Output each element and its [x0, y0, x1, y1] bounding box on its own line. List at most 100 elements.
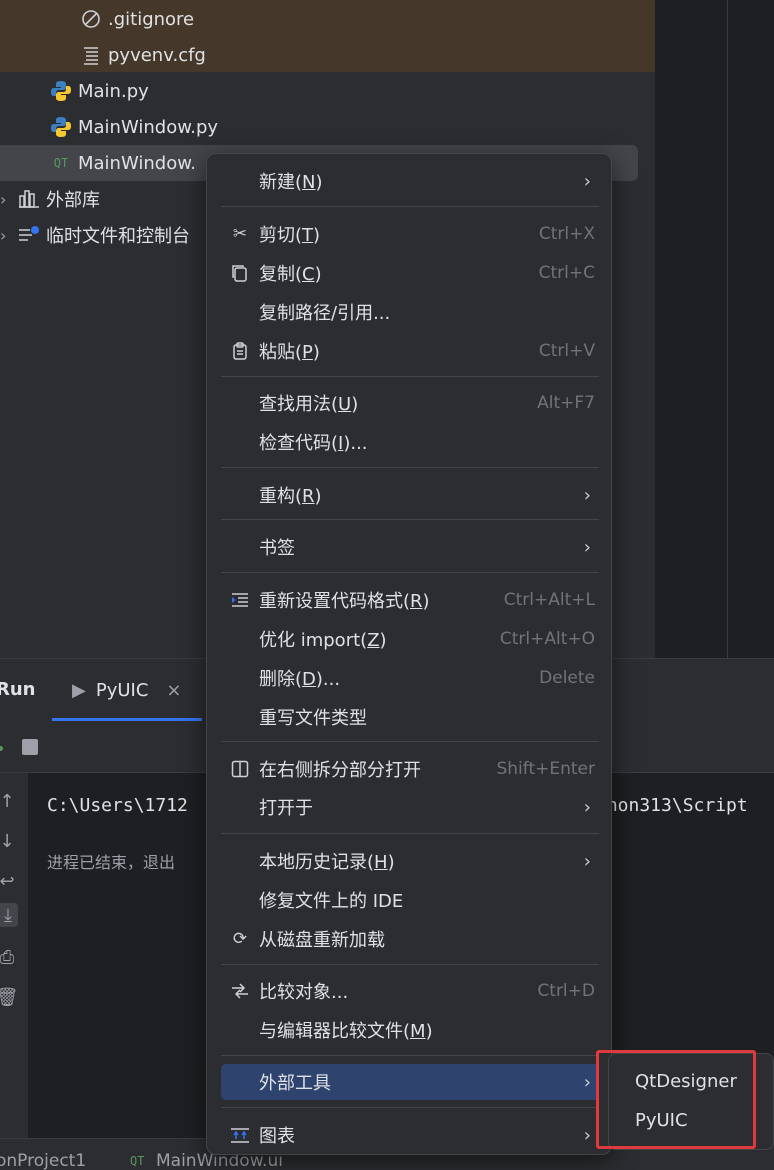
menu-item-label: 重写文件类型: [259, 708, 367, 729]
menu-item-inspect-code[interactable]: 检查代码(I)...: [221, 424, 599, 460]
play-icon: ▶: [72, 679, 86, 701]
tab-pyuic[interactable]: ▶ PyUIC ×: [52, 659, 202, 721]
soft-wrap-icon[interactable]: ↩: [0, 869, 18, 893]
trash-icon[interactable]: 🗑: [0, 985, 18, 1009]
menu-item-repair-ide[interactable]: 修复文件上的 IDE: [221, 882, 599, 918]
menu-separator: [221, 1055, 599, 1056]
context-menu: 新建(N) › ✂ 剪切(T) Ctrl+X 复制(C) Ctrl+C 复制路径…: [206, 153, 612, 1155]
editor-gutter-line: [727, 0, 728, 658]
ignore-file-icon: [80, 8, 102, 30]
scroll-to-end-icon[interactable]: ⤓: [0, 903, 18, 927]
tree-item-label: Main.py: [78, 80, 149, 102]
menu-item-local-history[interactable]: 本地历史记录(H) ›: [221, 843, 599, 879]
menu-item-open-split-right[interactable]: 在右侧拆分部分打开 Shift+Enter: [221, 751, 599, 787]
menu-item-copy[interactable]: 复制(C) Ctrl+C: [221, 255, 599, 291]
run-window-title: Run: [0, 679, 36, 700]
status-project[interactable]: onProject1: [0, 1151, 86, 1170]
menu-item-label: 比较对象...: [259, 982, 349, 1003]
menu-item-compare-with[interactable]: 比较对象... Ctrl+D: [221, 973, 599, 1009]
tree-item-label: 外部库: [46, 190, 100, 211]
tree-item-scratches[interactable]: › 临时文件和控制台: [0, 217, 190, 253]
diagram-icon: [229, 1124, 251, 1146]
close-icon[interactable]: ×: [166, 680, 181, 701]
scratches-icon: [18, 224, 40, 246]
menu-item-reload-from-disk[interactable]: ⟳ 从磁盘重新加载: [221, 921, 599, 957]
menu-item-paste[interactable]: 粘贴(P) Ctrl+V: [221, 333, 599, 369]
menu-item-label: 打开于: [259, 798, 313, 819]
menu-separator: [221, 572, 599, 573]
menu-shortcut: Ctrl+D: [537, 981, 595, 1001]
tree-item-mainwindow-ui[interactable]: QT MainWindow.: [50, 145, 196, 181]
menu-item-label: 复制(C): [259, 264, 322, 285]
chevron-right-icon: ›: [583, 536, 591, 558]
chevron-right-icon[interactable]: ›: [0, 226, 18, 245]
submenu-item-qtdesigner[interactable]: QtDesigner: [635, 1071, 737, 1092]
copy-icon: [229, 262, 251, 284]
menu-item-bookmarks[interactable]: 书签 ›: [221, 529, 599, 565]
menu-item-new[interactable]: 新建(N) ›: [221, 163, 599, 199]
tree-item-label: MainWindow.py: [78, 116, 219, 138]
menu-item-compare-with-editor[interactable]: 与编辑器比较文件(M): [221, 1012, 599, 1048]
menu-item-delete[interactable]: 删除(D)... Delete: [221, 660, 599, 696]
external-tools-submenu: QtDesigner PyUIC: [608, 1053, 774, 1150]
tree-item-gitignore[interactable]: .gitignore: [80, 1, 194, 37]
python-file-icon: [50, 80, 72, 102]
paste-icon: [229, 340, 251, 362]
menu-shortcut: Shift+Enter: [496, 759, 595, 779]
menu-item-label: 在右侧拆分部分打开: [259, 760, 421, 781]
tree-item-external-libs[interactable]: › 外部库: [0, 181, 100, 217]
qt-file-icon: QT: [53, 156, 69, 170]
menu-shortcut: Ctrl+V: [538, 341, 595, 361]
menu-separator: [221, 741, 599, 742]
chevron-right-icon[interactable]: ›: [0, 190, 18, 209]
menu-item-label: 删除(D)...: [259, 669, 341, 690]
editor-area: [655, 0, 774, 658]
menu-item-override-file-type[interactable]: 重写文件类型: [221, 699, 599, 735]
menu-item-label: 图表: [259, 1126, 295, 1147]
menu-separator: [221, 1107, 599, 1108]
print-icon[interactable]: ⎙: [0, 945, 18, 969]
menu-item-label: 从磁盘重新加载: [259, 930, 385, 951]
menu-item-label: 本地历史记录(H): [259, 852, 395, 873]
menu-item-label: 修复文件上的 IDE: [259, 891, 404, 912]
menu-item-label: 查找用法(U): [259, 394, 359, 415]
menu-shortcut: Ctrl+Alt+O: [499, 629, 595, 649]
arrow-down-icon[interactable]: ↓: [0, 829, 18, 853]
menu-item-open-in[interactable]: 打开于 ›: [221, 789, 599, 825]
chevron-right-icon: ›: [583, 796, 591, 818]
menu-item-optimize-imports[interactable]: 优化 import(Z) Ctrl+Alt+O: [221, 621, 599, 657]
tree-item-mainwindow-py[interactable]: MainWindow.py: [50, 109, 218, 145]
menu-separator: [221, 467, 599, 468]
menu-separator: [221, 519, 599, 520]
submenu-item-pyuic[interactable]: PyUIC: [635, 1110, 688, 1131]
menu-item-label: 与编辑器比较文件(M): [259, 1021, 433, 1042]
tree-item-label: pyvenv.cfg: [108, 44, 206, 66]
chevron-right-icon: ›: [583, 484, 591, 506]
menu-item-diagrams[interactable]: 图表 ›: [221, 1117, 599, 1153]
config-file-icon: [80, 44, 102, 66]
menu-item-find-usages[interactable]: 查找用法(U) Alt+F7: [221, 385, 599, 421]
reload-icon: ⟳: [232, 929, 248, 949]
menu-shortcut: Ctrl+X: [538, 224, 595, 244]
arrow-up-icon[interactable]: ↑: [0, 789, 18, 813]
menu-item-external-tools[interactable]: 外部工具 ›: [221, 1064, 599, 1100]
chevron-right-icon: ›: [583, 170, 591, 192]
stop-icon[interactable]: [22, 739, 38, 755]
menu-item-cut[interactable]: ✂ 剪切(T) Ctrl+X: [221, 216, 599, 252]
python-file-icon: [50, 116, 72, 138]
menu-item-reformat-code[interactable]: 重新设置代码格式(R) Ctrl+Alt+L: [221, 582, 599, 618]
tree-item-pyvenv[interactable]: pyvenv.cfg: [80, 37, 206, 73]
menu-item-copy-path[interactable]: 复制路径/引用...: [221, 294, 599, 330]
library-icon: [18, 188, 40, 210]
reformat-icon: [229, 589, 251, 611]
menu-shortcut: Alt+F7: [537, 393, 595, 413]
tree-item-main-py[interactable]: Main.py: [50, 73, 149, 109]
menu-item-label: 新建(N): [259, 172, 323, 193]
menu-item-refactor[interactable]: 重构(R) ›: [221, 477, 599, 513]
menu-shortcut: Delete: [539, 668, 595, 688]
chevron-right-icon: ›: [583, 850, 591, 872]
tab-label: PyUIC: [95, 679, 149, 701]
menu-item-label: 检查代码(I)...: [259, 433, 368, 454]
qt-file-icon: QT: [130, 1154, 145, 1168]
menu-item-label: 重新设置代码格式(R): [259, 591, 430, 612]
